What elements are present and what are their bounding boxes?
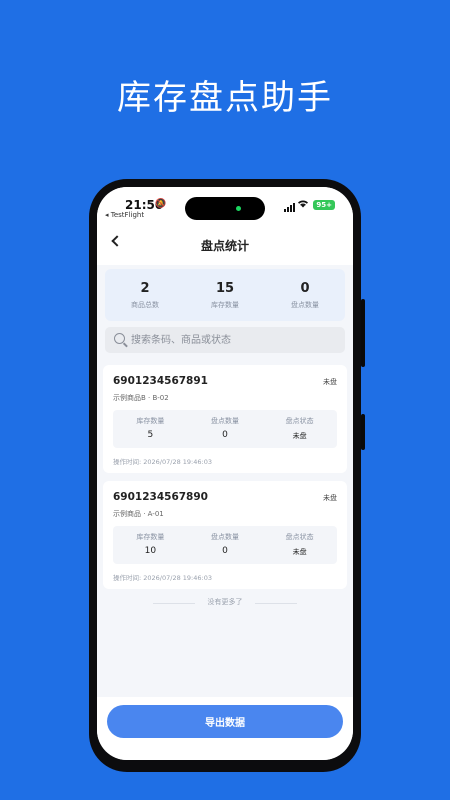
metric-count-status: 盘点状态 未盘 xyxy=(262,410,337,448)
stat-counted-quantity: 0 盘点数量 xyxy=(265,269,345,321)
bottom-action-bar: 导出数据 xyxy=(97,697,353,760)
main-content: 2 商品总数 15 库存数量 0 盘点数量 6901234567891 未盘 xyxy=(97,265,353,697)
metric-value: 0 xyxy=(222,430,228,440)
metric-counted: 盘点数量 0 xyxy=(188,526,263,564)
stat-value: 15 xyxy=(215,281,235,296)
battery-indicator: 95+ xyxy=(313,200,335,210)
metric-stock: 库存数量 10 xyxy=(113,526,188,564)
metric-label: 盘点状态 xyxy=(285,417,314,425)
phone-side-button xyxy=(361,299,365,367)
item-status: 未盘 xyxy=(323,494,337,502)
wifi-icon xyxy=(297,199,309,211)
no-more-indicator: 没有更多了 xyxy=(97,597,353,609)
dynamic-island xyxy=(185,197,265,220)
stat-stock-quantity: 15 库存数量 xyxy=(185,269,265,321)
item-operation-time: 操作时间: 2026/07/28 19:46:03 xyxy=(113,574,212,582)
item-operation-time: 操作时间: 2026/07/28 19:46:03 xyxy=(113,458,212,466)
metric-value: 10 xyxy=(144,546,157,556)
stats-summary: 2 商品总数 15 库存数量 0 盘点数量 xyxy=(105,269,345,321)
phone-frame: 21:50 🔕 ◂ TestFlight 95+ 盘点统计 2 商品总数 15 … xyxy=(89,179,365,772)
metric-stock: 库存数量 5 xyxy=(113,410,188,448)
phone-side-button xyxy=(361,414,365,450)
inventory-item-card[interactable]: 6901234567891 未盘 示例商品B · B-02 库存数量 5 盘点数… xyxy=(103,365,347,473)
export-data-button[interactable]: 导出数据 xyxy=(107,705,343,738)
item-name-location: 示例商品 · A-01 xyxy=(113,510,164,518)
stat-value: 2 xyxy=(140,281,150,296)
metric-label: 库存数量 xyxy=(136,533,165,541)
search-input[interactable] xyxy=(131,327,339,353)
item-metrics: 库存数量 10 盘点数量 0 盘点状态 未盘 xyxy=(113,526,337,564)
metric-label: 盘点状态 xyxy=(285,533,314,541)
back-to-testflight-link[interactable]: ◂ TestFlight xyxy=(105,211,144,219)
search-icon xyxy=(114,333,125,344)
metric-value: 0 xyxy=(222,546,228,556)
phone-screen: 21:50 🔕 ◂ TestFlight 95+ 盘点统计 2 商品总数 15 … xyxy=(97,187,353,760)
stat-total-items: 2 商品总数 xyxy=(105,269,185,321)
metric-value: 未盘 xyxy=(292,548,307,556)
search-box xyxy=(105,327,345,353)
item-status: 未盘 xyxy=(323,378,337,386)
stat-label: 库存数量 xyxy=(211,301,239,309)
stat-label: 盘点数量 xyxy=(291,301,319,309)
stat-value: 0 xyxy=(300,281,310,296)
stat-label: 商品总数 xyxy=(131,301,159,309)
metric-label: 盘点数量 xyxy=(211,417,239,425)
metric-counted: 盘点数量 0 xyxy=(188,410,263,448)
item-barcode: 6901234567890 xyxy=(113,491,208,503)
status-bar: 21:50 🔕 ◂ TestFlight 95+ xyxy=(97,187,353,227)
no-more-text: 没有更多了 xyxy=(207,598,243,606)
promo-title: 库存盘点助手 xyxy=(117,78,333,118)
inventory-item-card[interactable]: 6901234567890 未盘 示例商品 · A-01 库存数量 10 盘点数… xyxy=(103,481,347,589)
metric-value: 未盘 xyxy=(292,432,307,440)
item-metrics: 库存数量 5 盘点数量 0 盘点状态 未盘 xyxy=(113,410,337,448)
signal-icon xyxy=(284,203,295,212)
page-title: 盘点统计 xyxy=(200,239,249,253)
metric-label: 盘点数量 xyxy=(211,533,239,541)
metric-label: 库存数量 xyxy=(136,417,165,425)
item-name-location: 示例商品B · B-02 xyxy=(113,394,169,402)
camera-indicator-icon xyxy=(236,206,241,211)
nav-bar: 盘点统计 xyxy=(97,227,353,265)
bell-muted-icon: 🔕 xyxy=(155,199,167,209)
metric-value: 5 xyxy=(147,430,154,440)
metric-count-status: 盘点状态 未盘 xyxy=(262,526,337,564)
item-barcode: 6901234567891 xyxy=(113,375,208,387)
